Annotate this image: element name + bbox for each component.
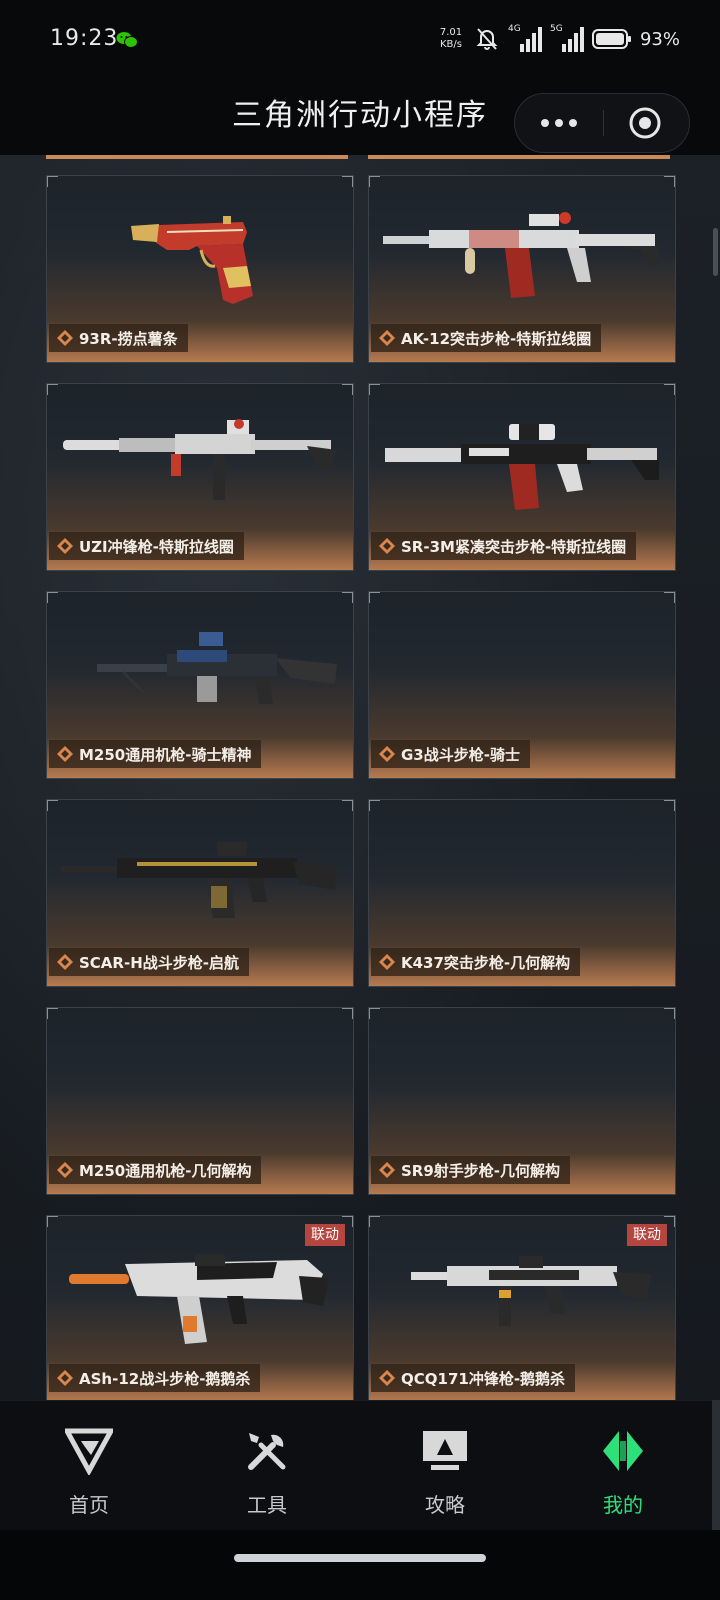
diamond-marker-icon [57, 746, 73, 762]
wechat-icon [116, 32, 138, 48]
gesture-area [0, 1530, 720, 1600]
skin-label: ASh-12战斗步枪-鹅鹅杀 [49, 1364, 261, 1392]
prev-card-edge [46, 155, 348, 159]
title-bar: 三角洲行动小程序 [0, 80, 720, 155]
tab-home[interactable]: 首页 [0, 1401, 178, 1531]
more-dots-icon [541, 119, 549, 127]
skin-card[interactable]: M250通用机枪-骑士精神 [46, 591, 354, 779]
guide-monitor-icon [423, 1431, 467, 1470]
skin-card[interactable]: UZI冲锋枪-特斯拉线圈 [46, 383, 354, 571]
skin-name: 93R-捞点薯条 [79, 329, 178, 348]
skin-card[interactable]: K437突击步枪-几何解构 [368, 799, 676, 987]
close-miniprogram-button[interactable] [601, 94, 689, 152]
rifle-image [385, 424, 659, 510]
skin-label: SCAR-H战斗步枪-启航 [49, 948, 249, 976]
skin-card[interactable]: G3战斗步枪-骑士 [368, 591, 676, 779]
more-dots-icon [555, 119, 563, 127]
skin-label: AK-12突击步枪-特斯拉线圈 [371, 324, 602, 352]
skin-name: M250通用机枪-骑士精神 [79, 745, 252, 764]
smg-image [63, 419, 337, 500]
rifle-image [383, 212, 661, 298]
rifle-image [69, 1254, 329, 1344]
skin-card[interactable]: AK-12突击步枪-特斯拉线圈 [368, 175, 676, 363]
skin-label: K437突击步枪-几何解构 [371, 948, 581, 976]
skin-card[interactable]: 联动 ASh-12战斗步枪-鹅鹅杀 [46, 1215, 354, 1400]
more-button[interactable] [515, 94, 603, 152]
tab-tools[interactable]: 工具 [178, 1401, 356, 1531]
diamond-marker-icon [57, 1162, 73, 1178]
skin-name: M250通用机枪-几何解构 [79, 1161, 252, 1180]
network-speed-unit: KB/s [439, 39, 462, 50]
diamond-marker-icon [379, 538, 395, 554]
diamond-marker-icon [57, 1370, 73, 1386]
skin-name: QCQ171冲锋枪-鹅鹅杀 [401, 1369, 566, 1388]
skin-label: M250通用机枪-骑士精神 [49, 740, 262, 768]
app-root: 19:23 7.01 KB/s 4G 5G 93% 三角洲行动小程序 93R-捞… [0, 0, 720, 1600]
battery-icon [591, 29, 631, 49]
diamond-marker-icon [379, 330, 395, 346]
tab-label: 工具 [247, 1493, 287, 1517]
status-time: 19:23 [50, 26, 119, 51]
tab-label: 我的 [603, 1493, 643, 1517]
skin-label: G3战斗步枪-骑士 [371, 740, 530, 768]
skin-card[interactable]: M250通用机枪-几何解构 [46, 1007, 354, 1195]
machine-gun-image [97, 632, 337, 704]
bell-off-icon [476, 28, 498, 50]
smg-image [411, 1256, 651, 1326]
more-dots-icon [569, 119, 577, 127]
bottom-tab-bar: 首页 工具 攻略 我的 [0, 1400, 712, 1530]
skin-name: K437突击步枪-几何解构 [401, 953, 571, 972]
skin-list-scroll-area[interactable]: 93R-捞点薯条 AK-12突击步枪-特斯拉线圈 UZI冲锋枪-特斯拉线圈 SR… [0, 155, 720, 1400]
home-logo-icon [65, 1428, 113, 1475]
diamond-marker-icon [57, 330, 73, 346]
tab-label: 攻略 [425, 1493, 465, 1517]
rifle-image [61, 842, 337, 918]
tab-profile[interactable]: 我的 [534, 1401, 712, 1531]
signal-4g-label: 4G [507, 24, 521, 34]
tools-icon [248, 1433, 286, 1470]
skin-label: 93R-捞点薯条 [49, 324, 188, 352]
skin-label: M250通用机枪-几何解构 [49, 1156, 262, 1184]
skin-label: QCQ171冲锋枪-鹅鹅杀 [371, 1364, 576, 1392]
network-speed-value: 7.01 [439, 27, 463, 38]
skin-card[interactable]: SR-3M紧凑突击步枪-特斯拉线圈 [368, 383, 676, 571]
signal-5g-label: 5G [549, 24, 563, 34]
skin-name: UZI冲锋枪-特斯拉线圈 [79, 537, 234, 556]
home-indicator[interactable] [234, 1554, 486, 1562]
skin-name: SR-3M紧凑突击步枪-特斯拉线圈 [401, 537, 627, 556]
skin-name: AK-12突击步枪-特斯拉线圈 [401, 329, 592, 348]
skin-card[interactable]: SCAR-H战斗步枪-启航 [46, 799, 354, 987]
signal-4g: 4G [507, 24, 542, 52]
window-edge [712, 1400, 720, 1530]
skin-label: SR9射手步枪-几何解构 [371, 1156, 571, 1184]
skin-card[interactable]: 联动 QCQ171冲锋枪-鹅鹅杀 [368, 1215, 676, 1400]
signal-5g: 5G [549, 24, 584, 52]
prev-card-edge [368, 155, 670, 159]
skin-card[interactable]: 93R-捞点薯条 [46, 175, 354, 363]
diamond-marker-icon [57, 538, 73, 554]
tab-label: 首页 [69, 1493, 109, 1517]
network-speed: 7.01 KB/s [436, 27, 466, 51]
profile-logo-icon [603, 1431, 643, 1471]
tab-guide[interactable]: 攻略 [356, 1401, 534, 1531]
scrollbar-thumb[interactable] [713, 228, 718, 276]
skin-name: G3战斗步枪-骑士 [401, 745, 520, 764]
skin-name: SR9射手步枪-几何解构 [401, 1161, 561, 1180]
status-right-group: 7.01 KB/s 4G 5G 93% [436, 22, 680, 56]
miniprogram-capsule [514, 93, 690, 153]
diamond-marker-icon [379, 1162, 395, 1178]
target-circle-icon [629, 107, 661, 139]
diamond-marker-icon [379, 954, 395, 970]
pistol-image [131, 216, 253, 304]
diamond-marker-icon [379, 746, 395, 762]
skin-card[interactable]: SR9射手步枪-几何解构 [368, 1007, 676, 1195]
battery-percent: 93% [639, 28, 680, 50]
skin-name: ASh-12战斗步枪-鹅鹅杀 [79, 1369, 251, 1388]
diamond-marker-icon [379, 1370, 395, 1386]
diamond-marker-icon [57, 954, 73, 970]
skin-label: SR-3M紧凑突击步枪-特斯拉线圈 [371, 532, 637, 560]
skin-label: UZI冲锋枪-特斯拉线圈 [49, 532, 244, 560]
skin-name: SCAR-H战斗步枪-启航 [79, 953, 239, 972]
status-bar: 19:23 7.01 KB/s 4G 5G 93% [0, 0, 720, 80]
